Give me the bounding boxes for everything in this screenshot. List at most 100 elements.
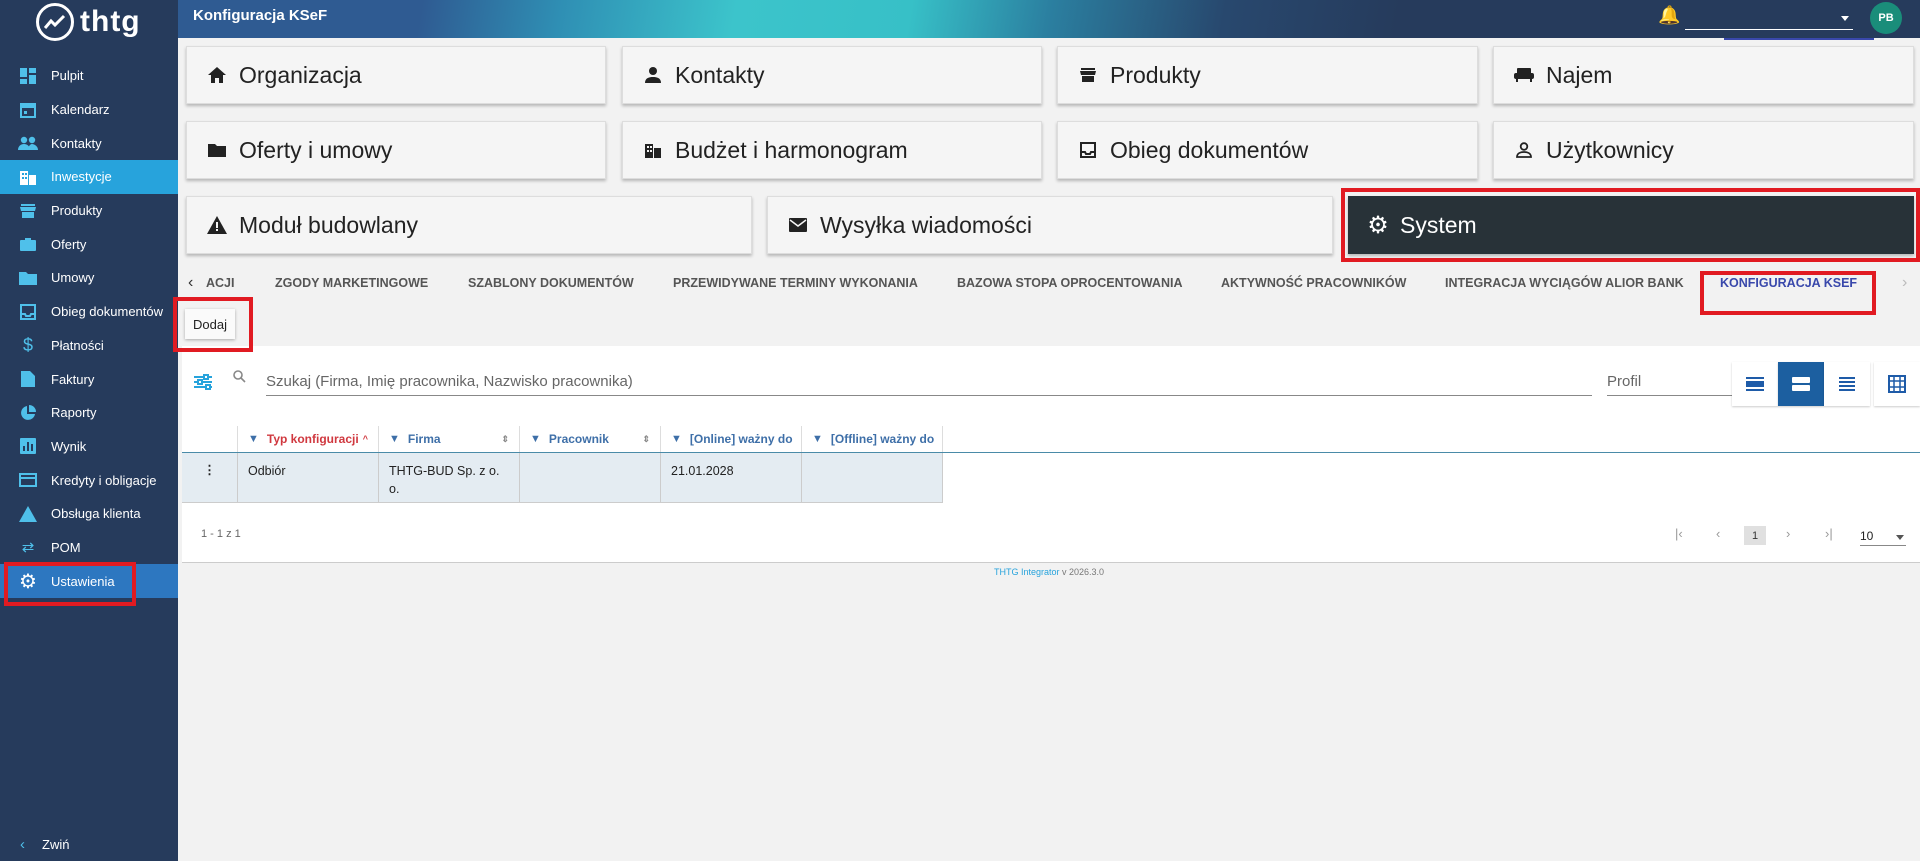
building-icon — [641, 142, 665, 158]
tile-label: System — [1400, 211, 1477, 238]
tile-najem[interactable]: Najem — [1493, 46, 1914, 104]
tile-kontakty[interactable]: Kontakty — [622, 46, 1042, 104]
tab-konfiguracja-ksef[interactable]: KONFIGURACJA KSEF — [1720, 276, 1857, 290]
filter-settings-icon[interactable] — [194, 374, 212, 395]
last-page-icon[interactable]: ›| — [1825, 526, 1833, 541]
tile-produkty[interactable]: Produkty — [1057, 46, 1478, 104]
gear-icon: ⚙ — [19, 570, 37, 593]
view-grid-button[interactable] — [1874, 362, 1920, 406]
sidebar-item-label: Oferty — [51, 236, 87, 252]
view-list-button[interactable] — [1824, 362, 1870, 406]
chevron-left-icon[interactable]: ‹ — [188, 274, 193, 292]
warning-icon — [18, 504, 38, 524]
sidebar-item-inwestycje[interactable]: Inwestycje — [0, 160, 178, 194]
tab-aktywnosc-pracownikow[interactable]: AKTYWNOŚĆ PRACOWNIKÓW — [1221, 276, 1406, 290]
view-standard-button[interactable] — [1778, 362, 1824, 406]
bell-icon[interactable]: 🔔 — [1658, 5, 1680, 26]
avatar[interactable]: PB — [1870, 2, 1902, 34]
tile-uzytkownicy[interactable]: Użytkownicy — [1493, 121, 1914, 179]
calendar-icon — [18, 100, 38, 120]
sidebar-item-label: Kontakty — [51, 135, 102, 151]
tab-bazowa-stopa[interactable]: BAZOWA STOPA OPROCENTOWANIA — [957, 276, 1182, 290]
sort-icon[interactable]: ⇕ — [642, 434, 650, 445]
sidebar-item-umowy[interactable]: Umowy — [0, 261, 178, 295]
dashboard-icon — [18, 66, 38, 86]
sidebar-item-raporty[interactable]: Raporty — [0, 396, 178, 430]
next-page-icon[interactable]: › — [1786, 526, 1790, 541]
chevron-down-icon — [1841, 16, 1849, 21]
swap-icon: ⇄ — [21, 539, 35, 557]
sort-asc-icon[interactable]: ^ — [363, 434, 368, 444]
tile-system[interactable]: ⚙ System — [1348, 196, 1914, 254]
sort-icon[interactable]: ⇕ — [501, 434, 509, 445]
tab-integracja-alior[interactable]: INTEGRACJA WYCIĄGÓW ALIOR BANK — [1445, 276, 1684, 290]
sidebar-item-wynik[interactable]: Wynik — [0, 430, 178, 464]
folder-icon — [18, 268, 38, 288]
pagination-info: 1 - 1 z 1 — [201, 528, 241, 540]
sidebar-item-pom[interactable]: ⇄ POM — [0, 531, 178, 565]
filter-icon[interactable]: ▼ — [812, 433, 823, 445]
tile-organizacja[interactable]: Organizacja — [186, 46, 606, 104]
sidebar-item-oferty[interactable]: Oferty — [0, 227, 178, 261]
table-row[interactable]: ⋮ Odbiór THTG-BUD Sp. z o. o. 21.01.2028 — [182, 453, 943, 503]
column-typ-konfiguracji[interactable]: ▼ Typ konfiguracji ^ — [238, 426, 379, 452]
sidebar-item-kalendarz[interactable]: Kalendarz — [0, 93, 178, 127]
home-icon — [205, 67, 229, 83]
header-select[interactable] — [1685, 8, 1853, 30]
search-input[interactable] — [266, 368, 1592, 396]
page-title: Konfiguracja KSeF — [193, 7, 328, 24]
sidebar-item-kontakty[interactable]: Kontakty — [0, 126, 178, 160]
tab-szablony-dokumentow[interactable]: SZABLONY DOKUMENTÓW — [468, 276, 634, 290]
sidebar-item-faktury[interactable]: Faktury — [0, 362, 178, 396]
sidebar-item-label: Ustawienia — [51, 573, 115, 589]
sidebar-item-label: Produkty — [51, 203, 103, 219]
sofa-icon — [1512, 68, 1536, 82]
tab-przewidywane-terminy[interactable]: PRZEWIDYWANE TERMINY WYKONANIA — [673, 276, 918, 290]
footer-app-link[interactable]: THTG Integrator — [994, 567, 1060, 577]
tile-oferty-i-umowy[interactable]: Oferty i umowy — [186, 121, 606, 179]
logo[interactable]: thtg — [0, 0, 178, 44]
current-page[interactable]: 1 — [1744, 526, 1766, 545]
sidebar-item-pulpit[interactable]: Pulpit — [0, 59, 178, 93]
column-offline-wazny-do[interactable]: ▼ [Offline] ważny do — [802, 426, 943, 452]
sidebar-item-label: POM — [51, 539, 81, 555]
tile-budzet[interactable]: Budżet i harmonogram — [622, 121, 1042, 179]
filter-icon[interactable]: ▼ — [530, 433, 541, 445]
filter-icon[interactable]: ▼ — [671, 433, 682, 445]
first-page-icon[interactable]: |‹ — [1675, 526, 1683, 541]
sidebar-item-platnosci[interactable]: $ Płatności — [0, 329, 178, 363]
sidebar-item-obieg-dokumentow[interactable]: Obieg dokumentów — [0, 295, 178, 329]
chevron-right-icon[interactable]: › — [1902, 274, 1907, 292]
sidebar-item-produkty[interactable]: Produkty — [0, 194, 178, 228]
column-online-wazny-do[interactable]: ▼ [Online] ważny do — [661, 426, 802, 452]
sidebar-item-label: Obieg dokumentów — [51, 304, 164, 320]
column-firma[interactable]: ▼ Firma ⇕ — [379, 426, 520, 452]
add-button[interactable]: Dodaj — [185, 309, 235, 339]
tile-obieg-dokumentow[interactable]: Obieg dokumentów — [1057, 121, 1478, 179]
tab-zgody-marketingowe[interactable]: ZGODY MARKETINGOWE — [275, 276, 428, 290]
prev-page-icon[interactable]: ‹ — [1716, 526, 1720, 541]
sidebar-item-kredyty[interactable]: Kredyty i obligacje — [0, 463, 178, 497]
column-label: [Offline] ważny do — [830, 432, 935, 446]
chevron-left-icon: ‹ — [20, 835, 25, 853]
filter-icon[interactable]: ▼ — [248, 433, 259, 445]
tile-label: Obieg dokumentów — [1110, 136, 1309, 163]
tile-label: Moduł budowlany — [239, 211, 419, 238]
tile-modul-budowlany[interactable]: Moduł budowlany — [186, 196, 752, 254]
column-pracownik[interactable]: ▼ Pracownik ⇕ — [520, 426, 661, 452]
tile-wysylka-wiadomosci[interactable]: Wysyłka wiadomości — [767, 196, 1333, 254]
view-compact-button[interactable] — [1732, 362, 1778, 406]
sidebar-item-ustawienia[interactable]: ⚙ Ustawienia — [0, 564, 178, 598]
inbox-icon — [1076, 142, 1100, 158]
tile-label: Najem — [1546, 61, 1613, 88]
more-vert-icon[interactable]: ⋮ — [182, 453, 238, 502]
page-size-value: 10 — [1860, 529, 1874, 543]
tab-partial[interactable]: ACJI — [206, 276, 234, 290]
page-size-select[interactable]: 10 — [1860, 526, 1906, 546]
sidebar-item-label: Kredyty i obligacje — [51, 472, 157, 488]
tile-label: Oferty i umowy — [239, 136, 393, 163]
filter-icon[interactable]: ▼ — [389, 433, 400, 445]
sidebar-item-obsluga-klienta[interactable]: Obsługa klienta — [0, 497, 178, 531]
collapse-sidebar-button[interactable]: ‹ Zwiń — [0, 827, 178, 861]
credit-card-icon — [18, 470, 38, 490]
